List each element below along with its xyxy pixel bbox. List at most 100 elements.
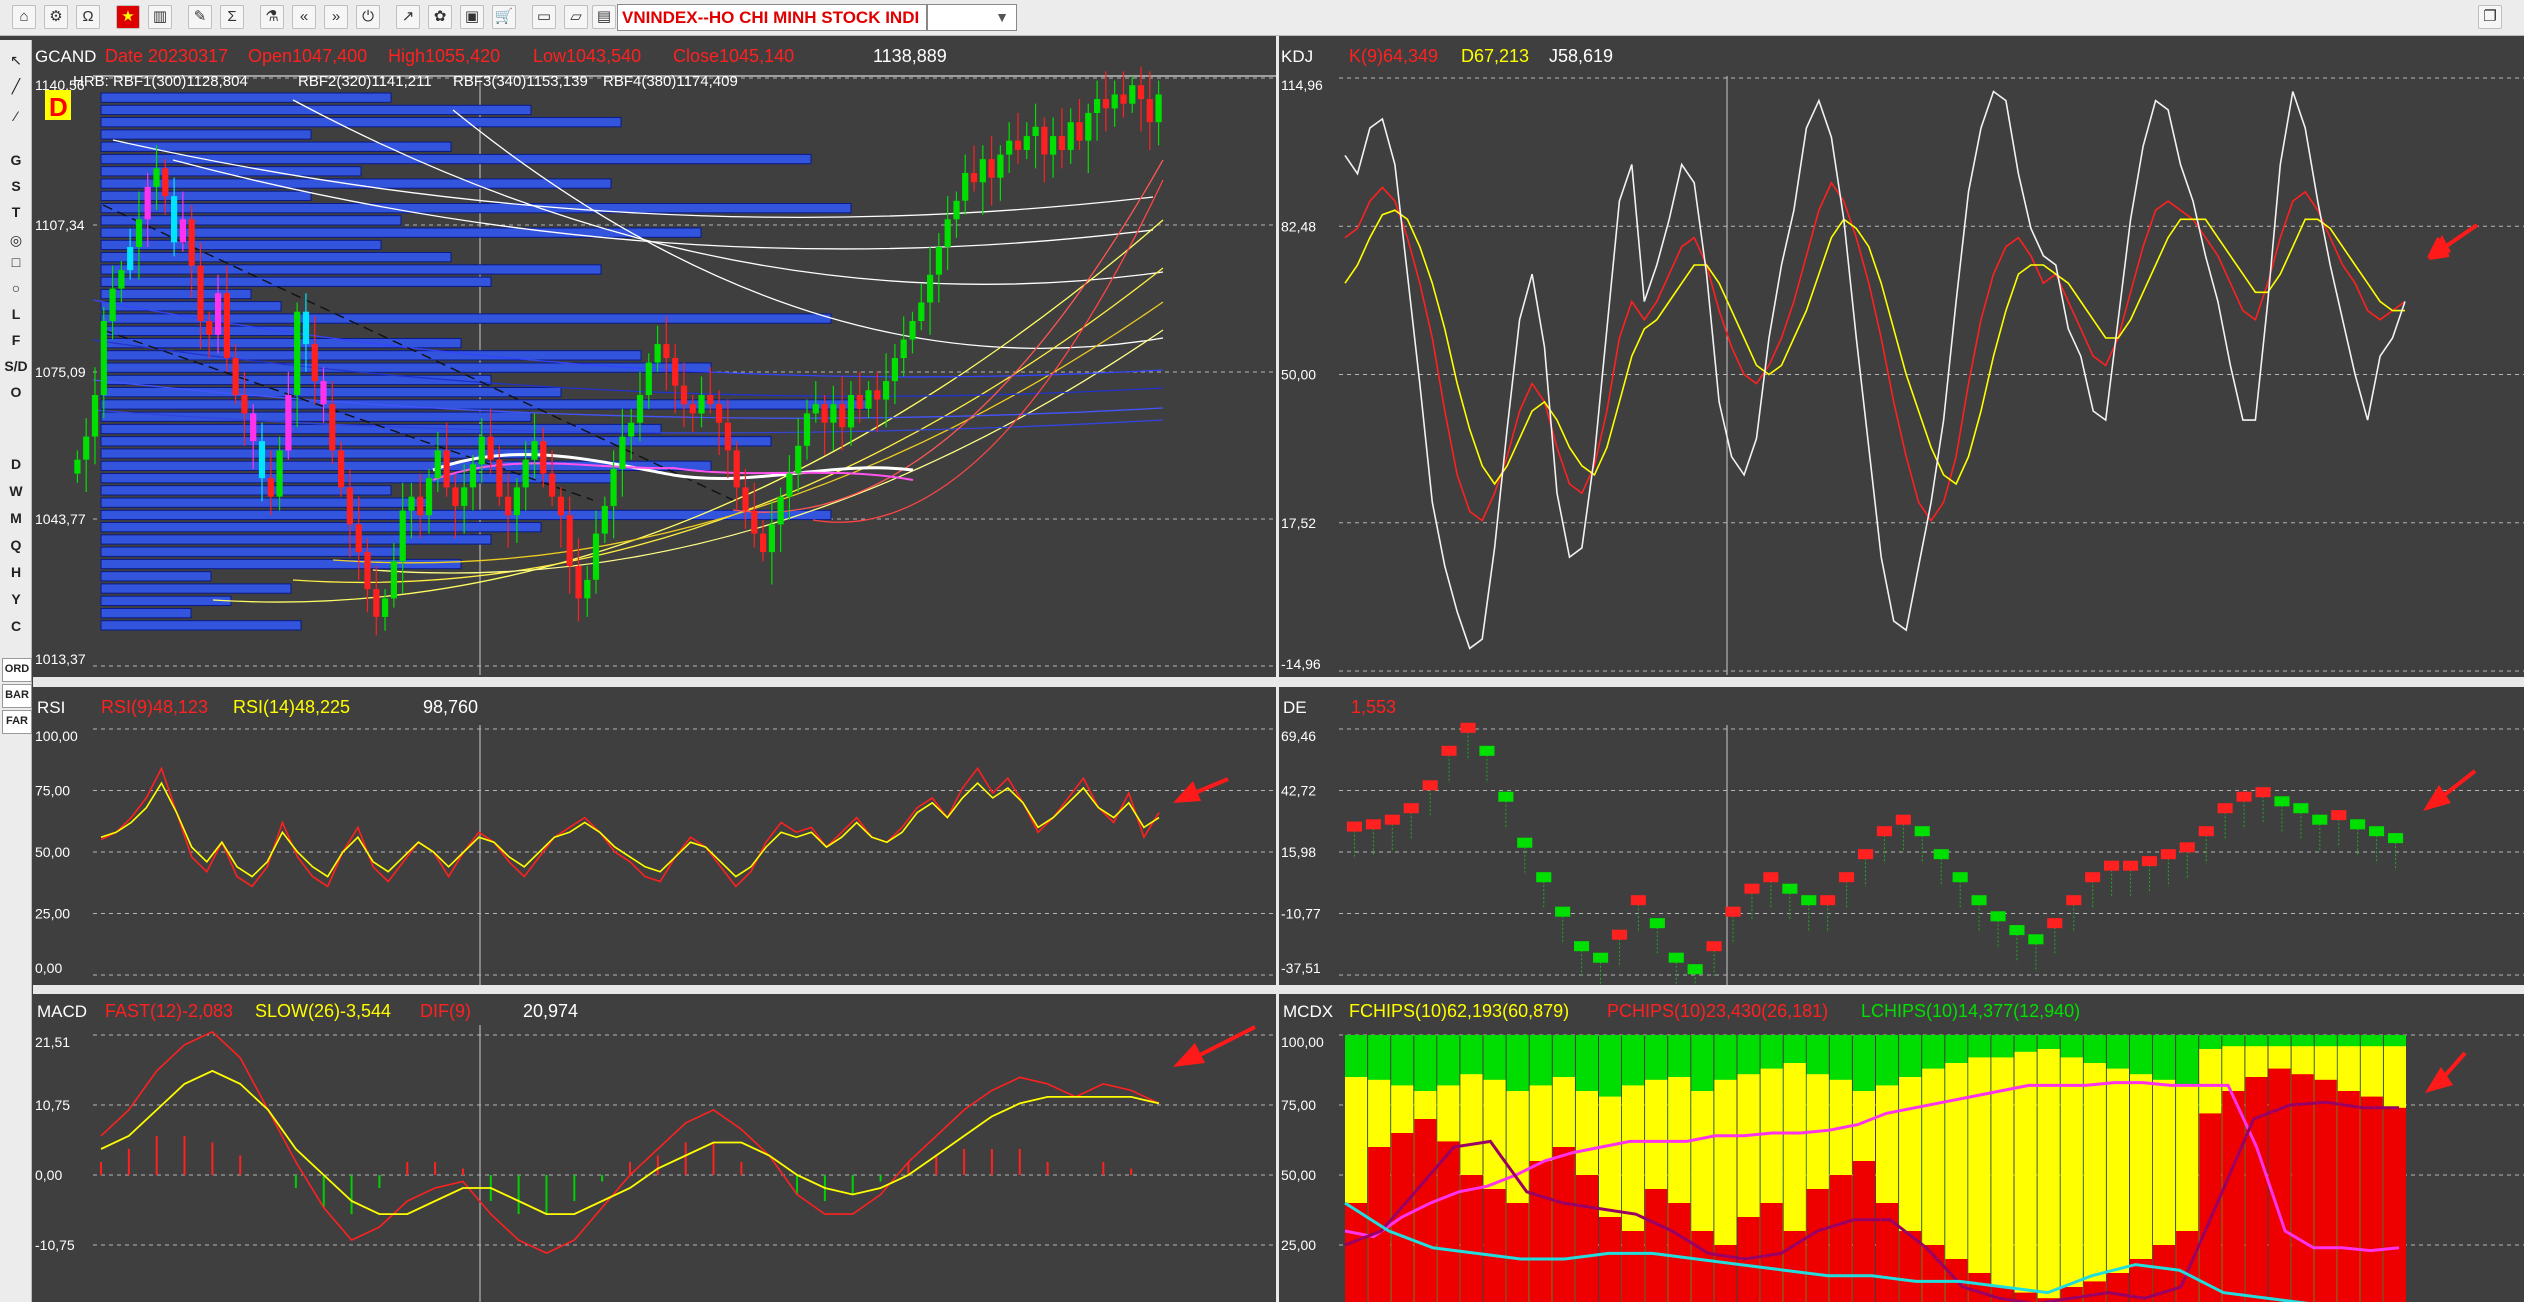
macd-panel[interactable]: 21,5110,750,00-10,75-21,51MACDFAST(12)-2… [33,995,1276,1302]
de-bar [1555,906,1571,917]
tool-t[interactable]: T [2,200,30,224]
period-y[interactable]: Y [2,587,30,611]
de-panel[interactable]: 69,46 42,72 15,98 -10,77 -37,51 DE 1,553 [1279,689,2524,985]
de-bar [1876,826,1892,837]
period-m[interactable]: M [2,506,30,530]
folder-icon[interactable]: ▭ [532,5,556,29]
de-bar [2255,787,2271,798]
legend-item: LCHIPS(10)14,377(12,940) [1861,1001,2080,1021]
vietnam-flag-icon[interactable]: ★ [116,5,140,29]
mcdx-pchips-bar [1345,1203,1368,1302]
candle-body [663,344,670,358]
candle-body [1146,99,1153,123]
sum-icon[interactable]: Σ [220,5,244,29]
cart-icon[interactable]: 🛒 [492,5,516,29]
candle-body [153,168,160,187]
candle-body [1155,94,1162,123]
draw-icon[interactable]: ↗ [396,5,420,29]
candle-body [399,510,406,562]
chart-config-icon[interactable]: ⚙ [44,5,68,29]
monitor-icon[interactable]: ▤ [592,5,616,29]
candle-body [294,311,301,395]
mode-ord[interactable]: ORD [2,658,32,682]
restore-icon[interactable]: ❐ [2478,5,2502,29]
period-w[interactable]: W [2,479,30,503]
tool-s[interactable]: S [2,174,30,198]
indicator-icon[interactable]: Ω [76,5,100,29]
de-bar [1763,872,1779,883]
candle-body [417,496,424,516]
mcdx-pchips-bar [1806,1189,1829,1302]
candle-body [628,422,635,437]
separator[interactable] [1276,36,1279,1302]
mcdx-panel[interactable]: 100,0075,0050,0025,000,00MCDXFCHIPS(10)6… [1279,995,2524,1302]
de-bar [1687,964,1703,975]
layout-icon[interactable]: ▣ [460,5,484,29]
candle-body [768,524,775,553]
de-bar [2066,895,2082,906]
de-bar [2160,849,2176,860]
volume-profile-bar [100,178,612,189]
rect-tool-icon[interactable]: □ [2,250,30,274]
tool-o[interactable]: O [2,380,30,404]
de-bar [1744,883,1760,894]
fib-tool-icon[interactable]: ◎ [2,228,30,252]
mode-far[interactable]: FAR [2,710,32,734]
volume-profile-bar [100,620,302,631]
candle-body [786,473,793,497]
de-bar [2312,814,2328,825]
hline-tool-icon[interactable]: ⁄ [2,104,30,128]
gcand-panel[interactable]: 1140,56 1107,34 1075,09 1043,77 1013,37 GCAND… [33,40,1276,675]
y-tick-label: 50,00 [35,844,70,860]
tool-l[interactable]: L [2,302,30,326]
arrow-tool-icon[interactable]: ↖ [2,48,30,72]
candle-body [434,450,441,479]
de-bar [1858,849,1874,860]
candle-body [179,219,186,243]
mcdx-pchips-bar [1529,1161,1552,1302]
settings-icon[interactable]: ✿ [428,5,452,29]
candle-body [988,159,995,178]
volume-profile-bar [100,276,492,287]
de-bar [1839,872,1855,883]
chevron-down-icon[interactable]: ▼ [990,4,1014,31]
tool-s-d[interactable]: S/D [2,354,30,378]
y-tick-label: 0,00 [35,1167,62,1183]
power-icon[interactable]: ⏻ [356,5,380,29]
rewind-icon[interactable]: « [292,5,316,29]
mcdx-pchips-bar [2199,1113,2222,1302]
volume-profile-bar [100,190,312,201]
candle-body [601,505,608,534]
bar-chart-icon[interactable]: ▥ [148,5,172,29]
tool-f[interactable]: F [2,328,30,352]
tool-g[interactable]: G [2,148,30,172]
rsi-panel[interactable]: 100,00 75,00 50,00 25,00 0,00 RSI RSI(9)48,123… [33,689,1276,985]
mcdx-fchips-bar [2037,1049,2060,1302]
period-c[interactable]: C [2,614,30,638]
line-tool-icon[interactable]: ╱ [2,74,30,98]
period-q[interactable]: Q [2,533,30,557]
period-h[interactable]: H [2,560,30,584]
legend-item: SLOW(26)-3,544 [255,1001,391,1021]
y-tick-label: 15,98 [1281,844,1316,860]
period-d[interactable]: D [2,452,30,476]
candle-body [390,561,397,599]
open-folder-icon[interactable]: ▱ [564,5,588,29]
fast-forward-icon[interactable]: » [324,5,348,29]
volume-profile-bar [100,252,452,263]
mode-bar[interactable]: BAR [2,684,32,708]
ellipse-tool-icon[interactable]: ○ [2,276,30,300]
y-tick-label: 100,00 [35,728,78,744]
mcdx-pchips-bar [1552,1147,1575,1302]
candle-body [698,395,705,414]
ticker-field[interactable]: VNINDEX--HO CHI MINH STOCK INDI [617,4,927,31]
y-tick-label: -14,96 [1281,656,1321,672]
de-bar [1517,837,1533,848]
home-icon[interactable]: ⌂ [12,5,36,29]
candle-body [338,450,345,488]
edit-icon[interactable]: ✎ [188,5,212,29]
candle-body [900,339,907,358]
network-icon[interactable]: ⚗ [260,5,284,29]
kdj-panel[interactable]: 114,96 82,48 50,00 17,52 -14,96 KDJ K(9)64,349… [1279,40,2524,675]
candle-body [645,362,652,395]
